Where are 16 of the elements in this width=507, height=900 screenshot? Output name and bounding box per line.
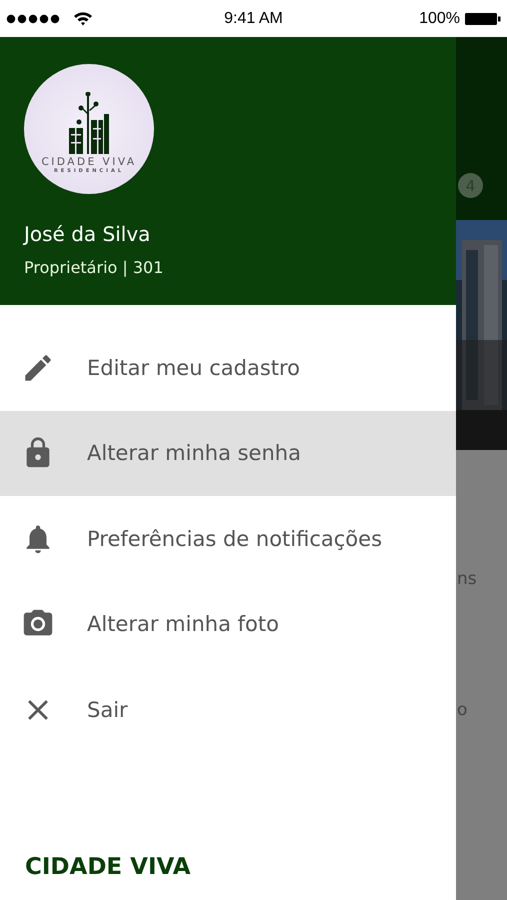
user-role: Proprietário | 301 — [24, 258, 164, 277]
menu-item[interactable]: Preferências de notificações — [0, 496, 456, 582]
wifi-icon — [73, 11, 93, 26]
building-tree-icon — [69, 92, 109, 154]
menu-item[interactable]: Alterar minha foto — [0, 582, 456, 667]
logo-title: CIDADE VIVA — [41, 156, 137, 168]
brand-name: CIDADE VIVA — [25, 854, 192, 880]
user-name: José da Silva — [24, 222, 152, 246]
background-text: o — [457, 700, 468, 720]
battery-percent: 100% — [419, 10, 460, 28]
menu-item[interactable]: Alterar minha senha — [0, 410, 456, 496]
menu-item[interactable]: Sair — [0, 667, 456, 752]
background-text: ns — [457, 569, 477, 589]
menu-item[interactable]: Editar meu cadastro — [0, 325, 456, 410]
battery-icon — [464, 12, 501, 26]
status-time: 9:41 AM — [224, 10, 283, 28]
